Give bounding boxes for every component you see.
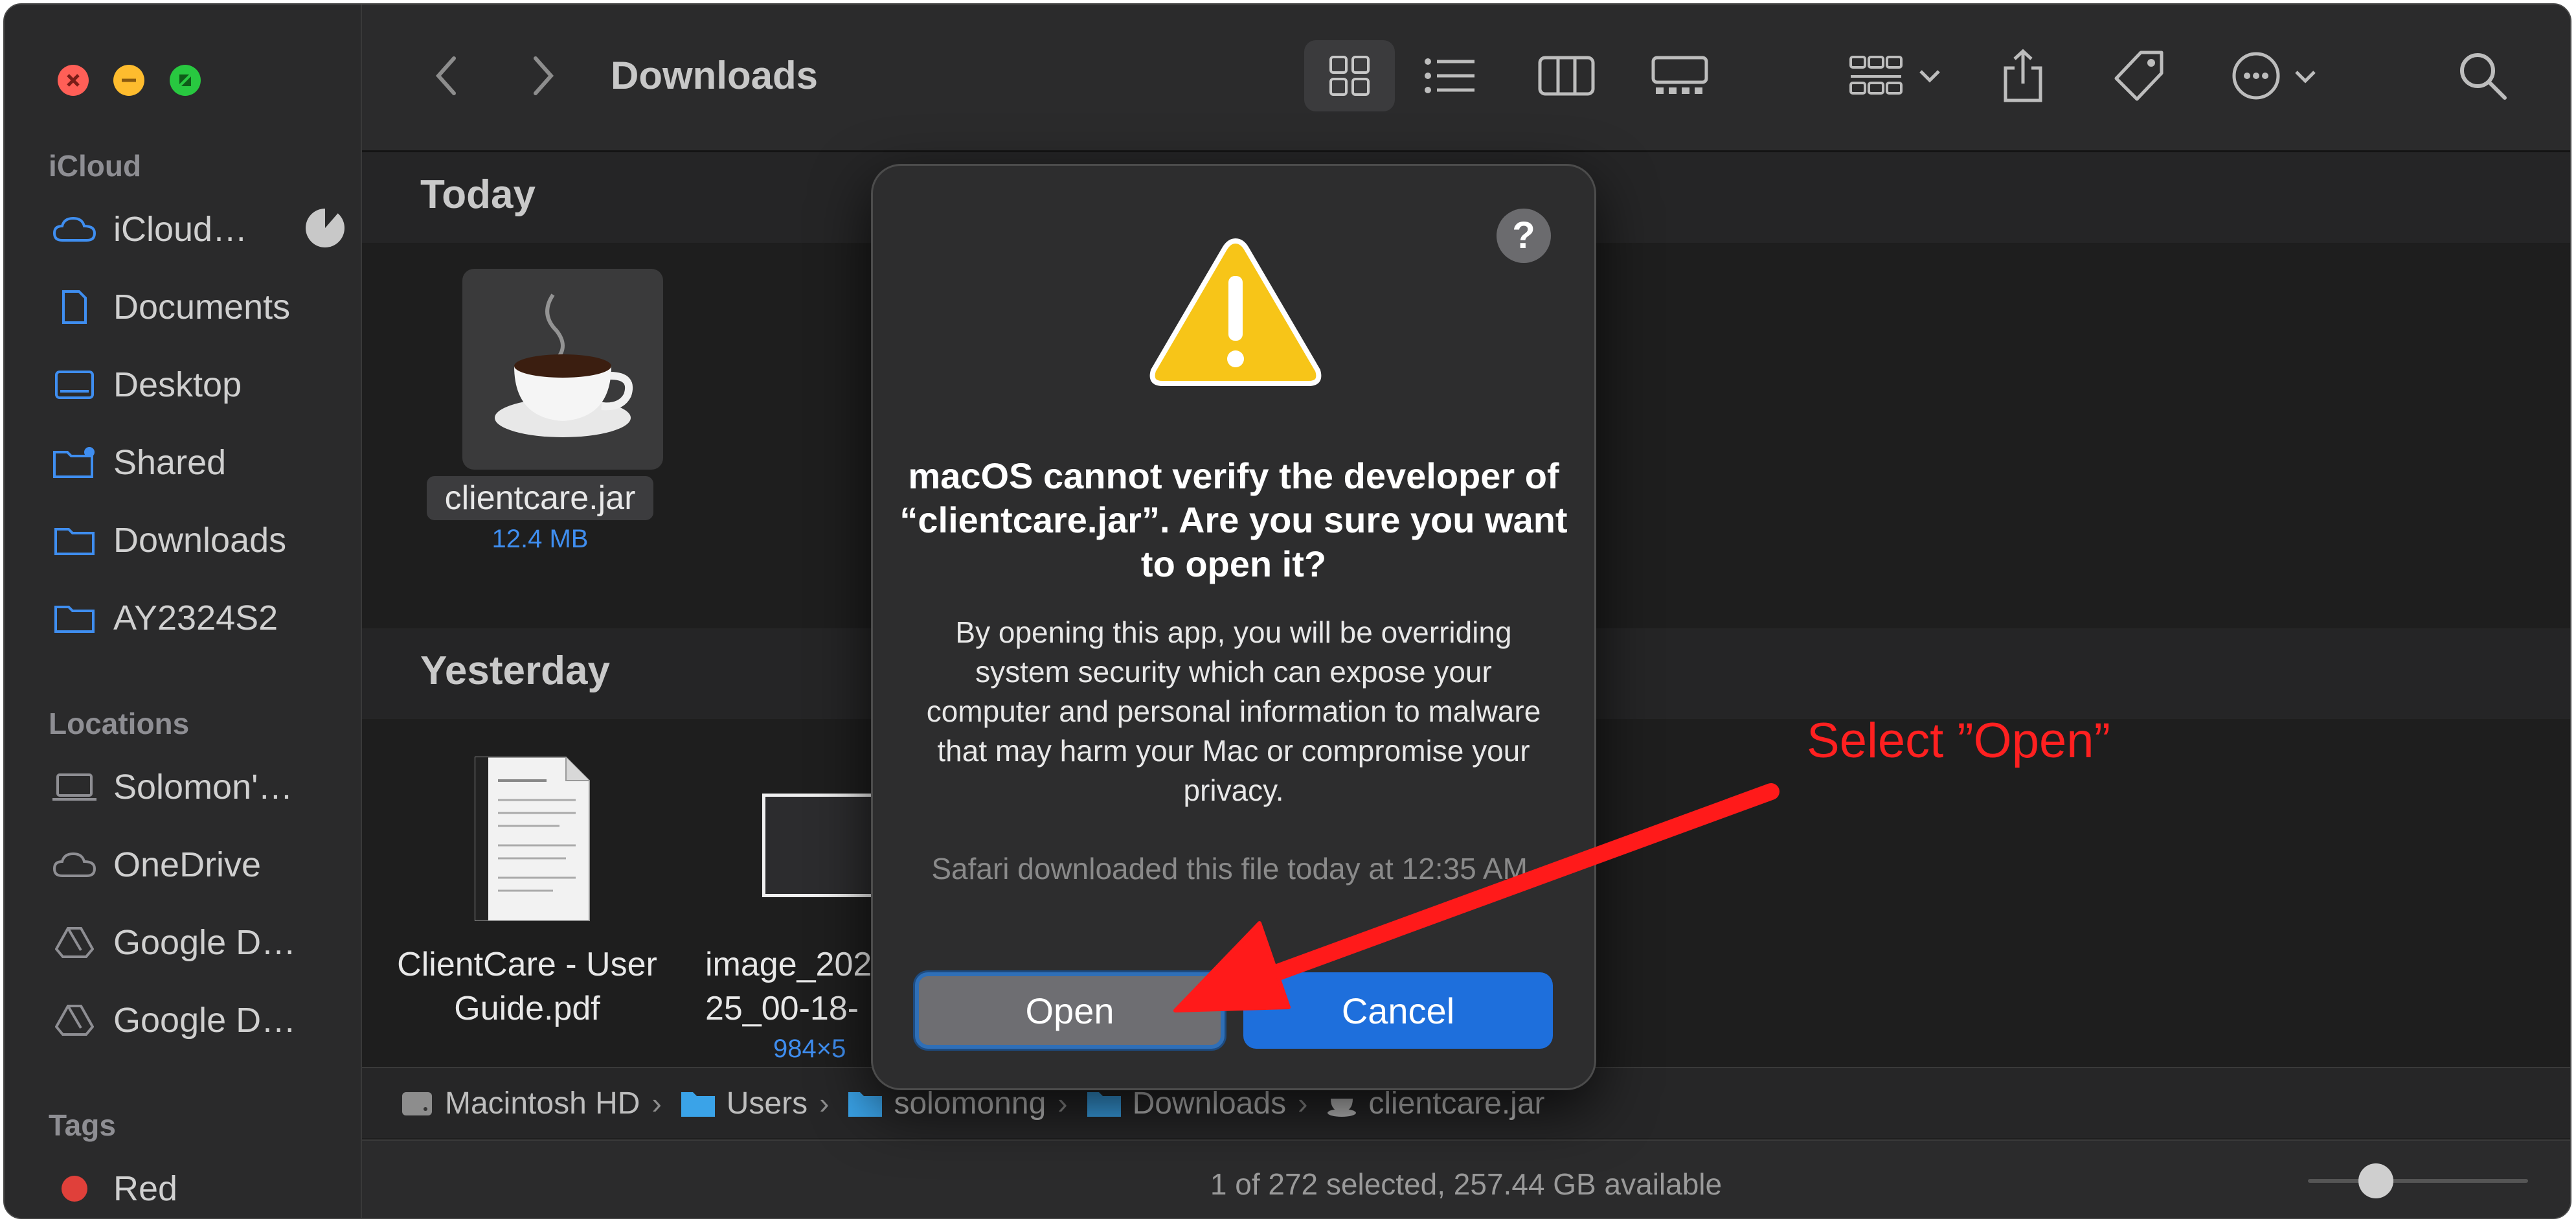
annotation-arrow-icon xyxy=(1173,783,1779,1012)
